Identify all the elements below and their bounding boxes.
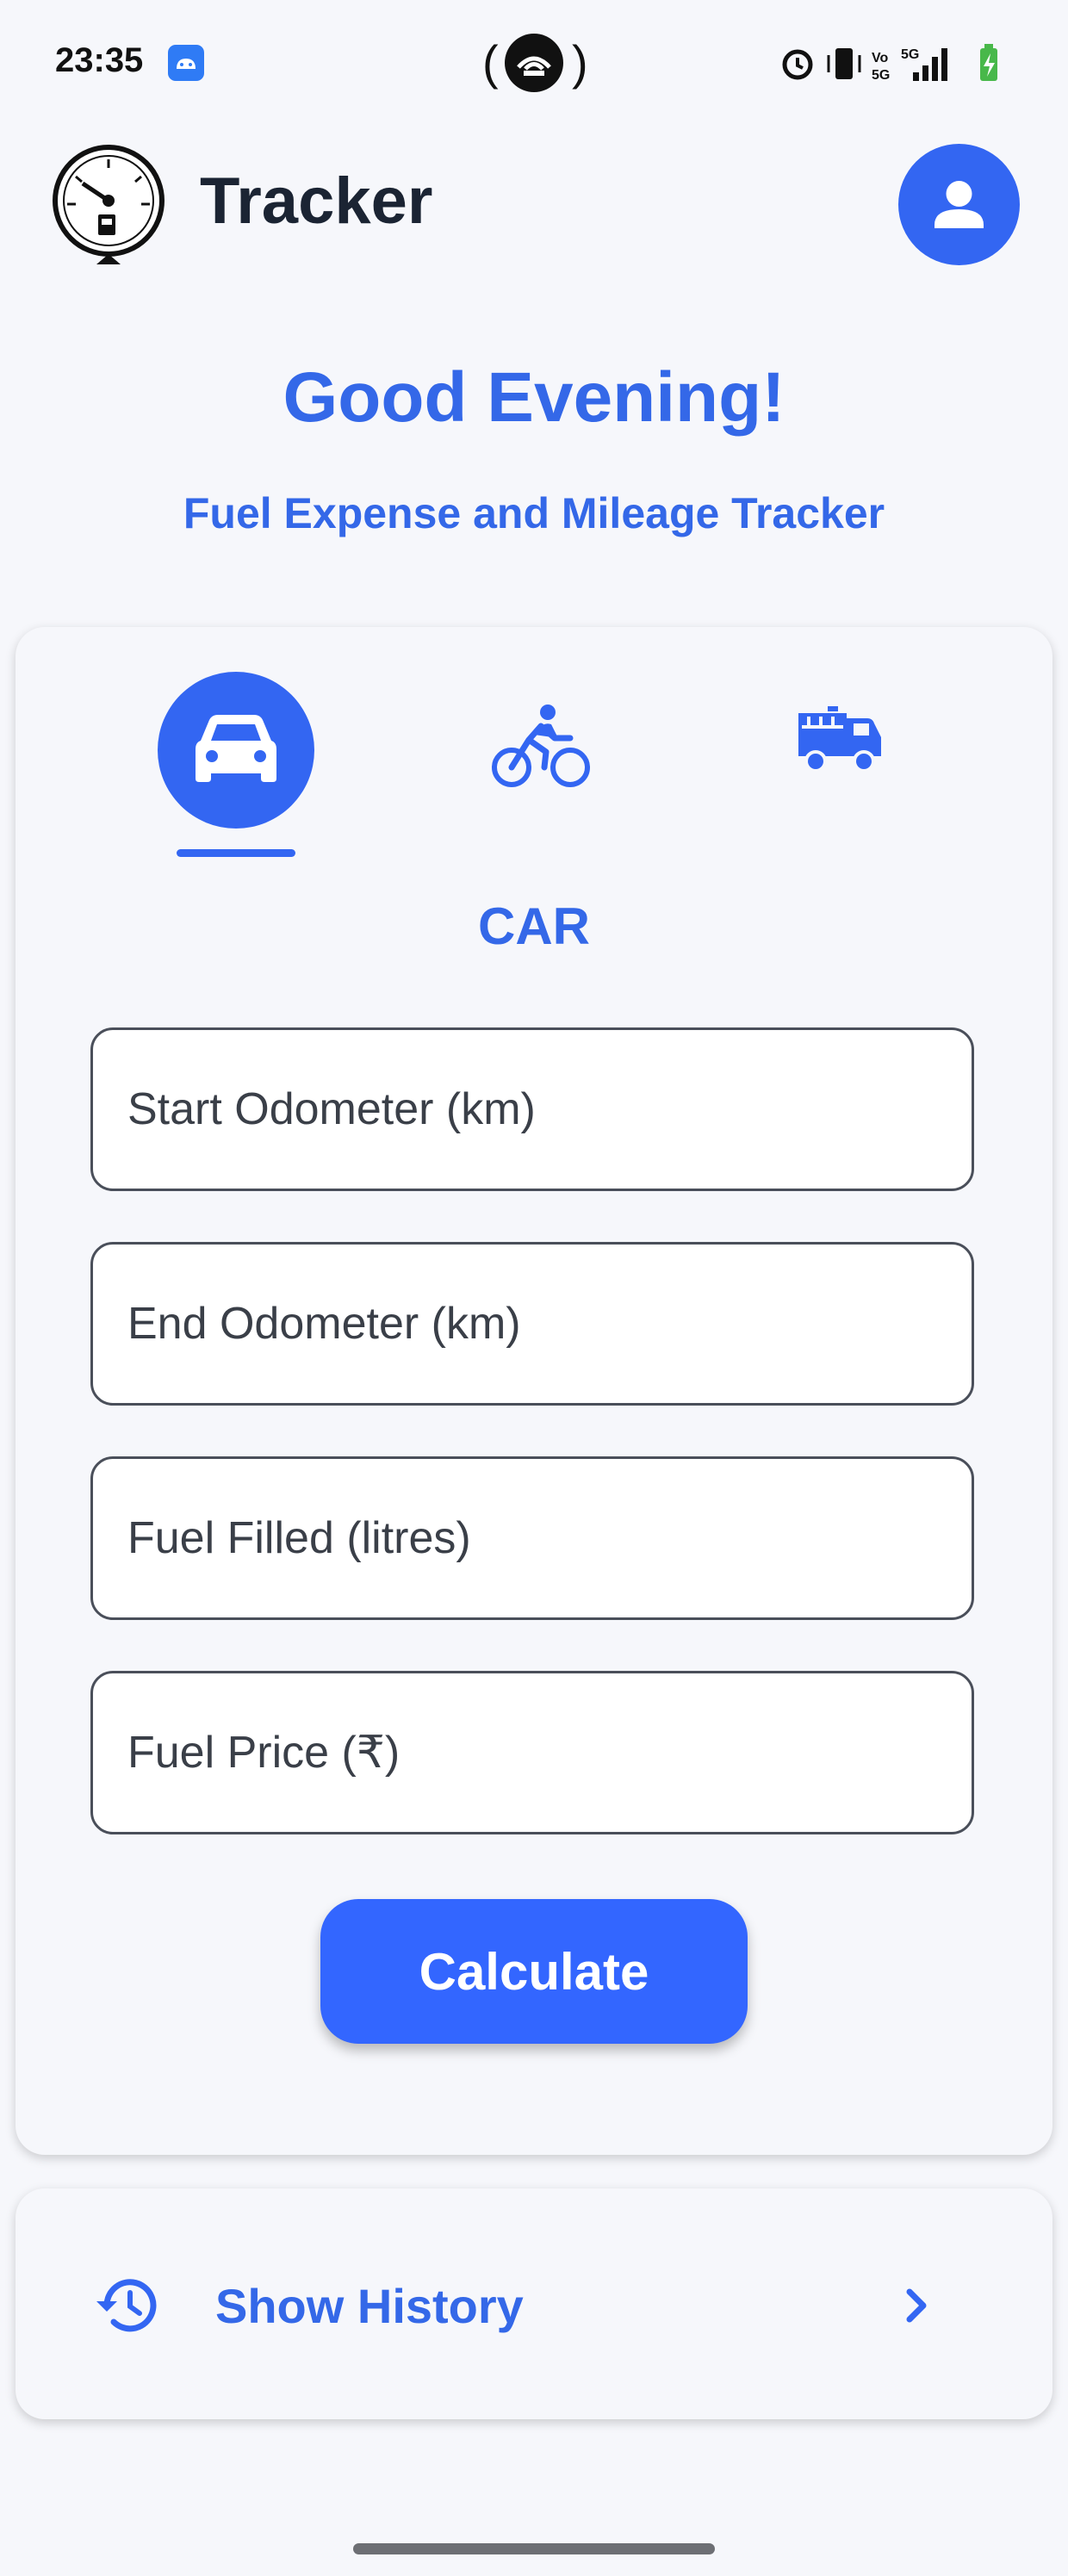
app-title: Tracker <box>200 164 433 238</box>
fuel-price-field[interactable] <box>90 1671 974 1834</box>
vibrate-icon <box>827 48 861 79</box>
hotspot-indicator-icon: ( ) <box>482 31 588 95</box>
bike-icon <box>492 705 590 787</box>
status-icons: Vo 5G 5G <box>775 41 1008 84</box>
tab-bike[interactable] <box>489 700 593 795</box>
fuel-filled-field[interactable] <box>90 1456 974 1620</box>
svg-text:Vo: Vo <box>872 51 888 65</box>
home-indicator[interactable] <box>353 2543 715 2554</box>
end-odometer-input[interactable] <box>127 1245 937 1403</box>
status-bar: 23:35 ( ) Vo 5G 5G <box>0 0 1068 129</box>
android-notification-icon <box>168 45 204 81</box>
show-history-label: Show History <box>215 2279 524 2333</box>
start-odometer-field[interactable] <box>90 1027 974 1191</box>
tab-car[interactable] <box>158 672 314 829</box>
svg-text:): ) <box>572 35 586 90</box>
fuel-price-input[interactable] <box>127 1673 937 1832</box>
fuel-filled-input[interactable] <box>127 1459 937 1617</box>
person-icon <box>934 181 984 228</box>
show-history-row[interactable]: Show History <box>16 2188 1052 2419</box>
history-icon <box>95 2272 162 2339</box>
alarm-icon <box>782 49 813 80</box>
tracker-form-card: CAR Calculate <box>16 627 1052 2155</box>
tab-selected-indicator <box>177 849 295 857</box>
svg-text:5G: 5G <box>872 68 890 83</box>
end-odometer-field[interactable] <box>90 1242 974 1406</box>
selected-vehicle-label: CAR <box>478 897 590 955</box>
profile-button[interactable] <box>898 144 1020 265</box>
car-icon <box>196 715 276 782</box>
app-subtitle: Fuel Expense and Mileage Tracker <box>183 489 885 537</box>
svg-text:(: ( <box>482 35 499 90</box>
battery-charging-icon <box>980 44 997 81</box>
status-time: 23:35 <box>55 41 144 79</box>
greeting-heading: Good Evening! <box>283 358 785 437</box>
start-odometer-input[interactable] <box>127 1030 937 1189</box>
svg-text:5G: 5G <box>901 47 919 62</box>
speedometer-logo-icon <box>50 142 167 266</box>
calculate-button[interactable]: Calculate <box>320 1899 748 2044</box>
chevron-right-icon <box>894 2283 939 2328</box>
truck-icon <box>798 706 881 773</box>
tab-truck[interactable] <box>795 705 890 782</box>
